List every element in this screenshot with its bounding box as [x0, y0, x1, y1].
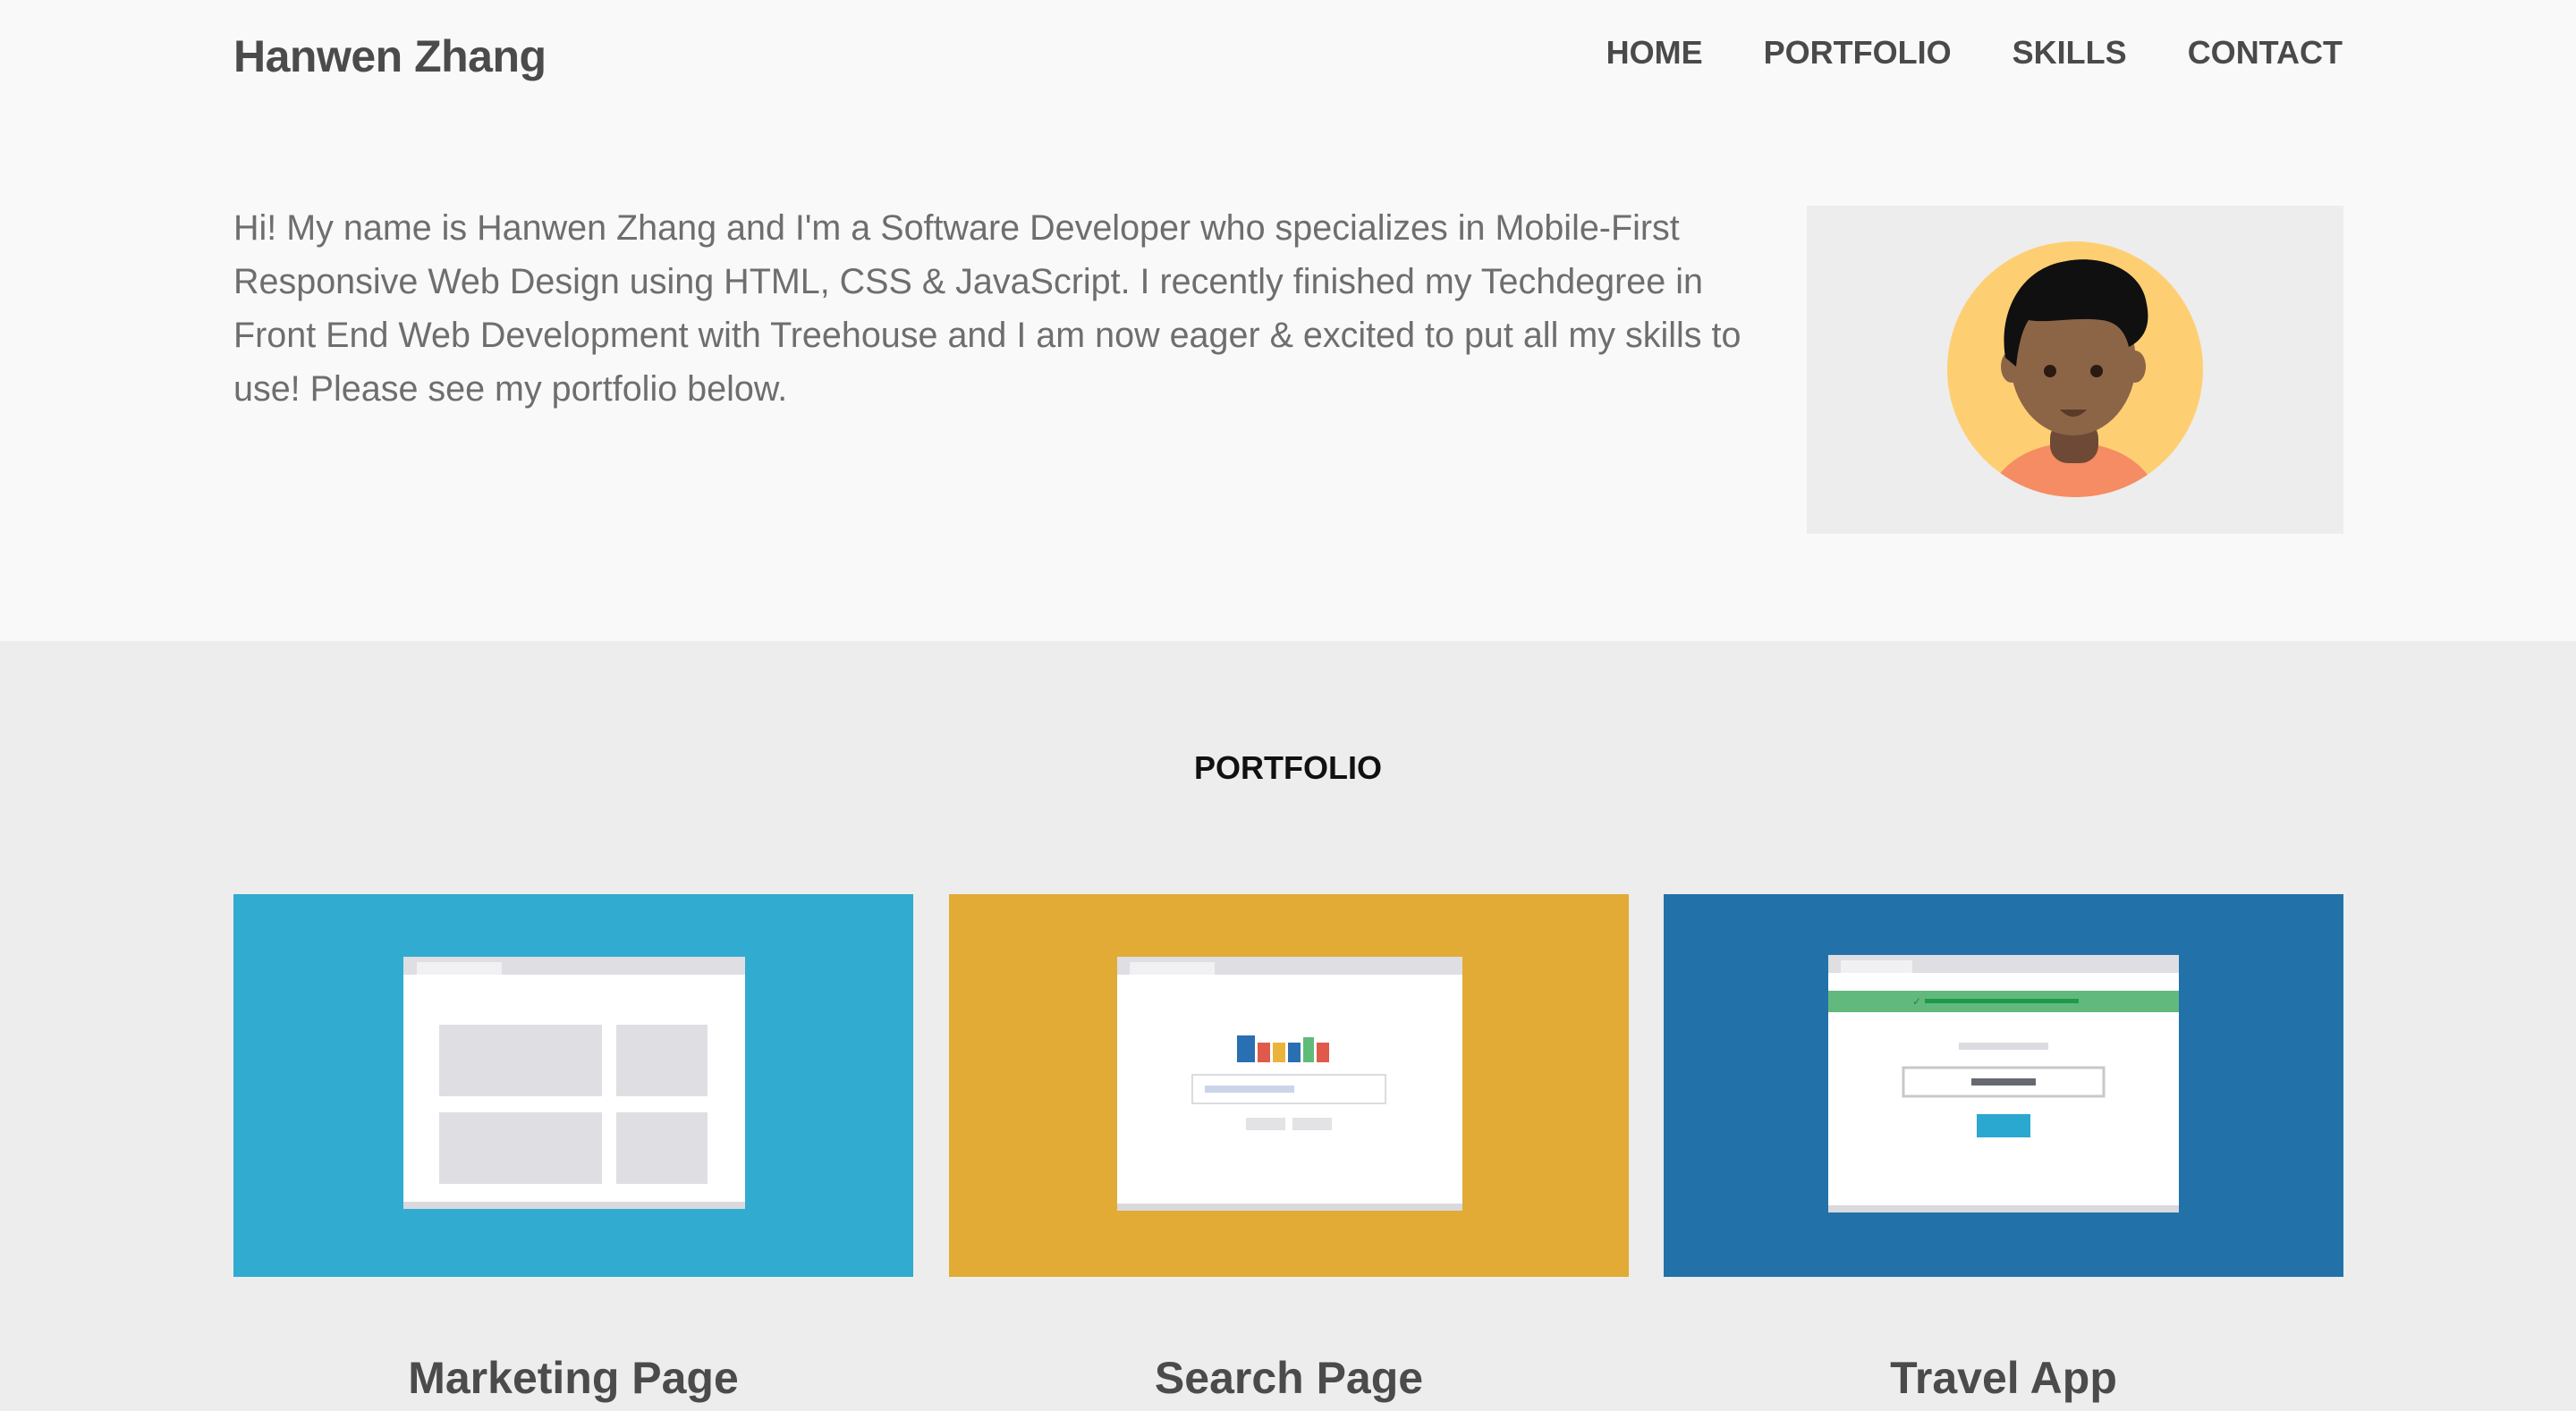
nav-item-home: HOME — [1606, 34, 1703, 72]
portfolio-card-title[interactable]: Marketing Page — [233, 1352, 913, 1404]
site-brand[interactable]: Hanwen Zhang — [233, 30, 547, 82]
nav-link-contact[interactable]: CONTACT — [2188, 34, 2343, 71]
portfolio-card-marketing[interactable] — [233, 894, 913, 1277]
nav-item-portfolio: PORTFOLIO — [1764, 34, 1952, 72]
nav-link-skills[interactable]: SKILLS — [2012, 34, 2127, 71]
main-nav: HOME PORTFOLIO SKILLS CONTACT — [1606, 34, 2343, 72]
svg-text:✓: ✓ — [1912, 995, 1921, 1008]
marketing-page-thumbnail-icon — [233, 894, 913, 1277]
intro-paragraph: Hi! My name is Hanwen Zhang and I'm a So… — [233, 208, 1741, 409]
portfolio-card-title[interactable]: Travel App — [1664, 1352, 2343, 1404]
nav-item-skills: SKILLS — [2012, 34, 2127, 72]
nav-item-contact: CONTACT — [2188, 34, 2343, 72]
nav-link-home[interactable]: HOME — [1606, 34, 1703, 71]
portfolio-card-travel[interactable]: ✓ — [1664, 894, 2343, 1277]
site-header: Hanwen Zhang HOME PORTFOLIO SKILLS CONTA… — [0, 0, 2576, 116]
nav-link-portfolio[interactable]: PORTFOLIO — [1764, 34, 1952, 71]
avatar-illustration-icon — [1947, 241, 2203, 497]
avatar-container — [1807, 206, 2343, 534]
travel-app-thumbnail[interactable]: ✓ — [1664, 894, 2343, 1277]
marketing-page-thumbnail[interactable] — [233, 894, 913, 1277]
portfolio-card-search[interactable] — [949, 894, 1629, 1277]
search-page-thumbnail[interactable] — [949, 894, 1629, 1277]
travel-app-thumbnail-icon: ✓ — [1664, 894, 2343, 1277]
portfolio-section: PORTFOLIO ✓ Marketing Page Search Page T… — [0, 641, 2576, 1411]
portfolio-card-title[interactable]: Search Page — [949, 1352, 1629, 1404]
portfolio-heading: PORTFOLIO — [1194, 749, 1382, 786]
search-page-thumbnail-icon — [949, 894, 1629, 1277]
